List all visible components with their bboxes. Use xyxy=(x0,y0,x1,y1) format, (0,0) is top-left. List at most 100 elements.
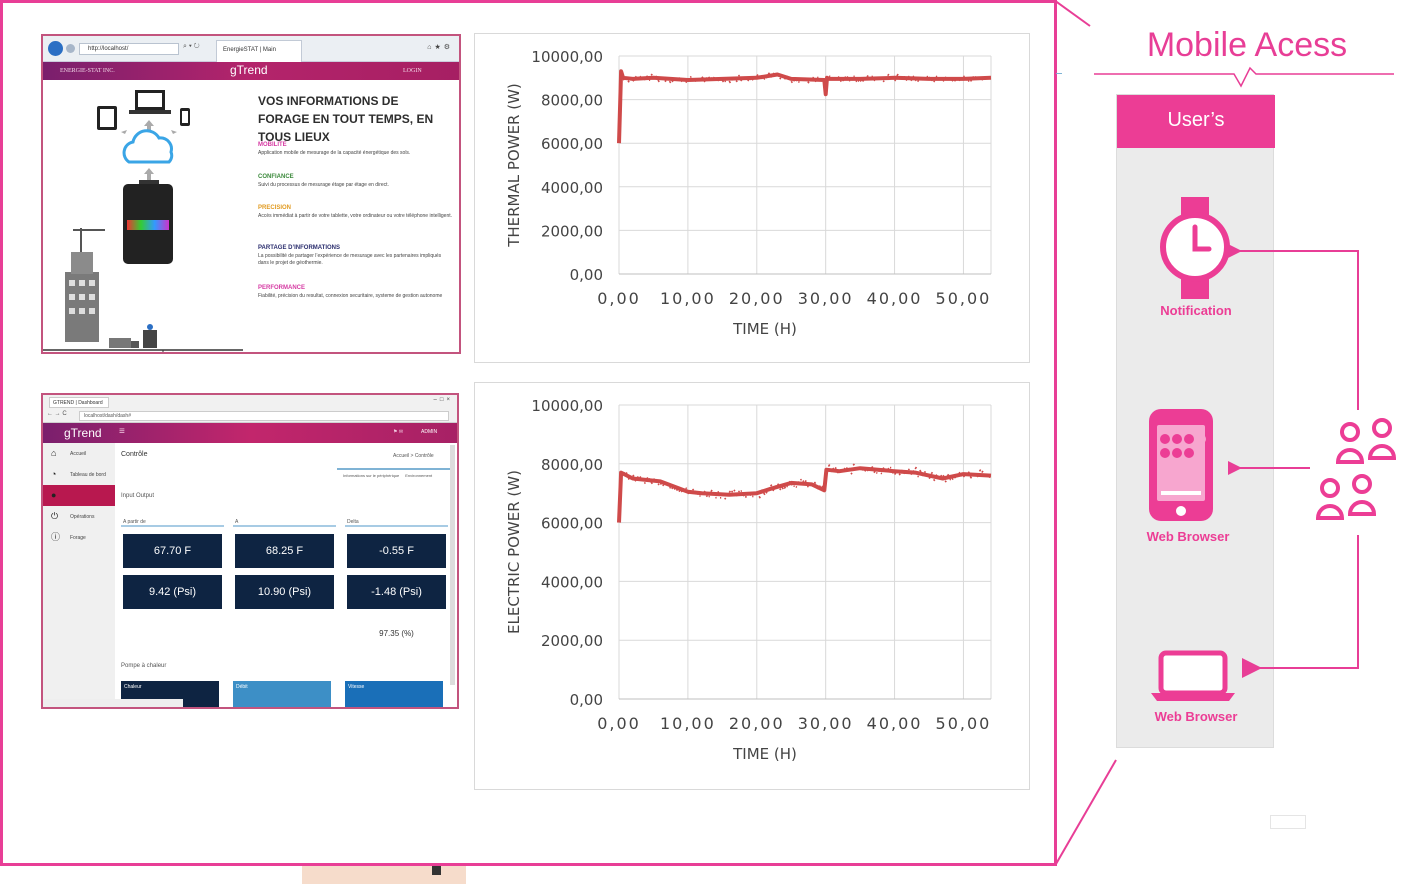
browser-chrome: http://localhost/ ⌕ ▾ ↻ EnergieSTAT | Ma… xyxy=(43,36,459,62)
tick-mark xyxy=(1056,73,1062,74)
x-axis-title: TIME (H) xyxy=(732,320,797,338)
user-menu[interactable]: ADMIN xyxy=(421,429,437,435)
title-underline xyxy=(1094,66,1394,88)
site-hero: VOS INFORMATIONS DE FORAGE EN TOUT TEMPS… xyxy=(43,80,459,352)
y-tick-label: 0,00 xyxy=(570,266,603,284)
x-tick-label: 10,00 xyxy=(660,714,716,733)
y-tick-label: 4000,00 xyxy=(541,573,603,591)
cloud-infrastructure-illustration xyxy=(43,90,243,352)
app-header: gTrend ≡ ⚑ ✉ ADMIN xyxy=(43,423,457,443)
app-logo[interactable]: gTrend xyxy=(64,426,102,440)
dashboard-content: Contrôle Accueil > Contrôle Informations… xyxy=(117,443,453,707)
info-icon: ⓘ xyxy=(51,532,61,542)
y-tick-label: 4000,00 xyxy=(541,179,603,197)
website-screenshot: http://localhost/ ⌕ ▾ ↻ EnergieSTAT | Ma… xyxy=(41,34,461,354)
y-tick-label: 0,00 xyxy=(570,691,603,709)
feature-partage: PARTAGE D’INFORMATIONS La possibilité de… xyxy=(258,245,442,266)
subtabs: Informations sur le périphérique Environn… xyxy=(337,468,453,482)
x-tick-label: 0,00 xyxy=(597,289,641,308)
section-input-output: Input Output xyxy=(121,493,155,499)
header-icons[interactable]: ⚑ ✉ xyxy=(393,429,403,435)
electric-power-plot: 0,00 2000,00 4000,00 6000,00 8000,00 10000,00… xyxy=(505,397,992,763)
y-tick-label: 6000,00 xyxy=(541,515,603,533)
x-tick-label: 50,00 xyxy=(936,289,992,308)
x-tick-label: 20,00 xyxy=(729,714,785,733)
site-navbar: ENERGIE-STAT INC. gTrend LOGIN xyxy=(43,62,459,80)
column-from: A partir de xyxy=(121,511,224,527)
value-tile: -1.48 (Psi) xyxy=(347,575,446,609)
tab-informations[interactable]: Informations sur le périphérique xyxy=(343,473,399,478)
watch-icon[interactable] xyxy=(1157,195,1233,303)
window-controls-icon[interactable]: ⌂★⚙ xyxy=(427,43,453,51)
y-axis-title: THERMAL POWER (W) xyxy=(505,83,523,248)
feature-performance: PERFORMANCE Fiabilité, précision du resu… xyxy=(258,285,443,299)
address-bar[interactable]: localhost/dash/dash# xyxy=(79,411,449,421)
section-pompe: Pompe à chaleur xyxy=(121,663,167,669)
y-tick-label: 10000,00 xyxy=(531,397,603,415)
control-icon: ● xyxy=(51,490,57,500)
sidebar-item-operations[interactable]: ⏻ Opérations xyxy=(43,506,115,527)
feature-mobilite: MOBILITE Application mobile de mesurage … xyxy=(258,142,411,156)
status-bar xyxy=(43,699,183,707)
device-label-web-browser-laptop: Web Browser xyxy=(1154,709,1238,724)
column-delta: Delta xyxy=(345,511,448,527)
sidebar-item-tableau[interactable]: ◔ Tableau de bord xyxy=(43,464,115,485)
connector-line xyxy=(1055,759,1117,865)
dashboard-screenshot: GTREND | Dashboard –□× ← → C localhost/d… xyxy=(41,393,459,709)
feature-confiance: CONFIANCE Suivi du processus de mesurage… xyxy=(258,174,389,188)
window-controls-icon[interactable]: –□× xyxy=(434,397,453,403)
x-tick-label: 40,00 xyxy=(867,714,923,733)
efficiency-value: 97.35 (%) xyxy=(379,629,414,638)
smartphone-icon[interactable] xyxy=(1145,407,1217,523)
login-link[interactable]: LOGIN xyxy=(403,68,422,74)
users-group-icon[interactable] xyxy=(1310,412,1402,528)
value-tile: -0.55 F xyxy=(347,534,446,568)
card-vitesse[interactable]: Vitesse xyxy=(345,681,443,707)
site-logo[interactable]: gTrend xyxy=(230,63,268,77)
laptop-icon[interactable] xyxy=(1149,649,1237,705)
y-tick-label: 8000,00 xyxy=(541,92,603,110)
column-to: A xyxy=(233,511,336,527)
company-name[interactable]: ENERGIE-STAT INC. xyxy=(60,68,115,74)
value-tile: 10.90 (Psi) xyxy=(235,575,334,609)
power-icon: ⏻ xyxy=(51,511,59,521)
back-icon[interactable] xyxy=(48,41,63,56)
electric-power-chart: 0,00 2000,00 4000,00 6000,00 8000,00 10000,00… xyxy=(474,382,1030,790)
scrollbar[interactable] xyxy=(450,445,455,685)
page-title: Contrôle xyxy=(121,451,148,458)
card-debit[interactable]: Débit xyxy=(233,681,331,707)
sidebar-item-controle[interactable]: ● xyxy=(43,485,115,506)
nav-arrows-icon[interactable]: ← → C xyxy=(47,411,67,417)
series-noise xyxy=(620,70,991,96)
x-tick-label: 50,00 xyxy=(936,714,992,733)
users-header: User’s xyxy=(1117,95,1275,148)
x-axis-title: TIME (H) xyxy=(732,745,797,763)
stub-icon xyxy=(432,866,441,875)
y-tick-label: 2000,00 xyxy=(541,632,603,650)
mobile-access-title: Mobile Acess xyxy=(1146,26,1348,64)
small-box xyxy=(1270,815,1306,829)
value-tile: 9.42 (Psi) xyxy=(123,575,222,609)
x-tick-label: 20,00 xyxy=(729,289,785,308)
sidebar: ⌂ Accueil ◔ Tableau de bord ● ⏻ Opérations … xyxy=(43,443,115,707)
address-bar[interactable]: http://localhost/ xyxy=(79,43,179,55)
breadcrumb[interactable]: Accueil > Contrôle xyxy=(393,453,434,459)
site-heading: VOS INFORMATIONS DE FORAGE EN TOUT TEMPS… xyxy=(258,94,434,144)
browser-tab[interactable]: GTREND | Dashboard xyxy=(49,397,109,408)
series-noise xyxy=(621,463,991,500)
forward-icon[interactable] xyxy=(66,44,75,53)
value-tile: 67.70 F xyxy=(123,534,222,568)
taskbar-stub xyxy=(302,866,466,884)
sidebar-item-accueil[interactable]: ⌂ Accueil xyxy=(43,443,115,464)
sidebar-item-forage[interactable]: ⓘ Forage xyxy=(43,527,115,548)
gauge-icon: ◔ xyxy=(51,469,57,479)
x-tick-label: 10,00 xyxy=(660,289,716,308)
tab-environnement[interactable]: Environnement xyxy=(405,473,432,478)
refresh-icon[interactable]: ⌕ ▾ ↻ xyxy=(183,43,200,51)
y-tick-label: 10000,00 xyxy=(531,48,603,66)
feature-precision: PRECISION Accès immédiat à partir de vot… xyxy=(258,205,452,219)
hamburger-icon[interactable]: ≡ xyxy=(119,426,125,437)
x-tick-label: 30,00 xyxy=(798,289,854,308)
y-tick-label: 2000,00 xyxy=(541,222,603,240)
browser-tab[interactable]: EnergieSTAT | Main xyxy=(216,40,302,62)
